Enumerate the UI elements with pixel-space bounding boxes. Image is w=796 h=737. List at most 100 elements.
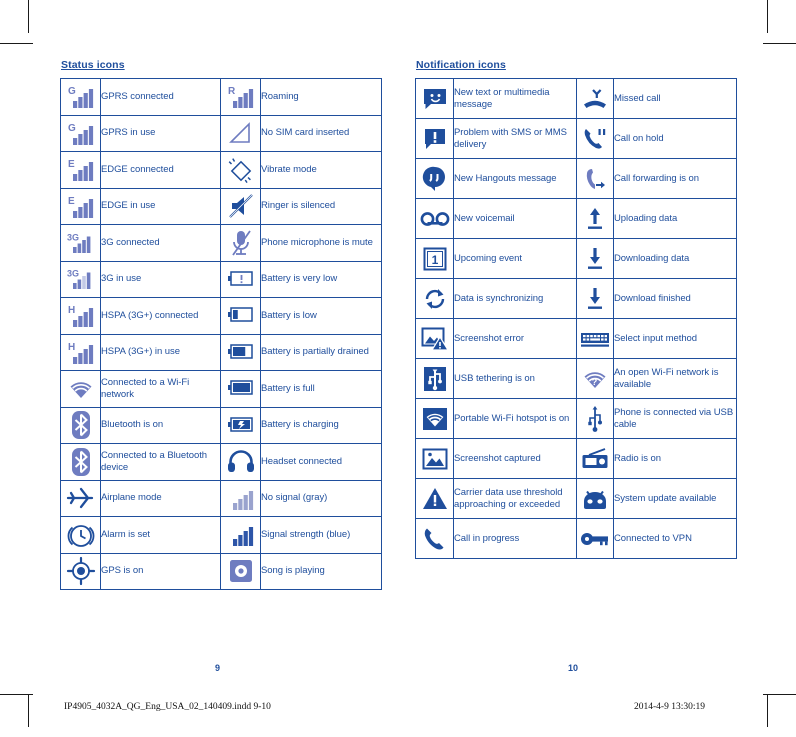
svg-text:G: G xyxy=(68,123,76,134)
icon-label: Carrier data use threshold approaching o… xyxy=(453,478,577,519)
sms-problem-icon-glyph xyxy=(416,122,453,156)
status-icons-table: G GPRS connected R Roaming G GPRS in use No S… xyxy=(60,78,382,590)
icon-label: Battery is very low xyxy=(260,260,382,298)
icon-label: Phone microphone is mute xyxy=(260,224,382,262)
signal-edge-connected-icon-glyph: E xyxy=(61,153,100,187)
table-row: Screenshot captured Radio is on xyxy=(415,438,737,479)
table-row: New Hangouts message Call forwarding is … xyxy=(415,158,737,199)
system-update-icon-glyph xyxy=(577,482,613,516)
icon-label: Song is playing xyxy=(260,552,382,590)
svg-text:G: G xyxy=(68,86,76,97)
voicemail-icon-glyph xyxy=(416,202,453,236)
vpn-connected-icon xyxy=(576,518,614,559)
battery-charging-icon xyxy=(220,406,261,444)
gps-on-icon xyxy=(60,552,101,590)
icon-label: Battery is partially drained xyxy=(260,333,382,371)
icon-label: Roaming xyxy=(260,78,382,116)
usb-cable-connected-icon xyxy=(576,398,614,439)
table-row: Call in progress Connected to VPN xyxy=(415,518,737,559)
icon-label: EDGE connected xyxy=(100,151,221,189)
icon-label: Battery is full xyxy=(260,370,382,408)
upcoming-event-icon: 1 xyxy=(415,238,454,279)
usb-tethering-icon-glyph xyxy=(416,362,453,396)
song-playing-icon xyxy=(220,552,261,590)
airplane-mode-icon-glyph xyxy=(61,481,100,515)
battery-full-icon-glyph xyxy=(221,372,260,406)
icon-label: System update available xyxy=(613,478,737,519)
missed-call-icon xyxy=(576,78,614,119)
icon-label: GPS is on xyxy=(100,552,221,590)
uploading-data-icon xyxy=(576,198,614,239)
crop-mark-bottom-right-vertical xyxy=(767,694,768,727)
icon-label: Phone is connected via USB cable xyxy=(613,398,737,439)
screenshot-captured-icon-glyph xyxy=(416,442,453,476)
screenshot-error-icon-glyph xyxy=(416,322,453,356)
table-row: Connected to a Wi-Fi network Battery is … xyxy=(60,370,382,408)
download-finished-icon-glyph xyxy=(577,282,613,316)
icon-label: Call in progress xyxy=(453,518,577,559)
icon-label: Call forwarding is on xyxy=(613,158,737,199)
ringer-silenced-icon xyxy=(220,187,261,225)
no-sim-card-icon-glyph xyxy=(221,116,260,150)
icon-label: No signal (gray) xyxy=(260,479,382,517)
vibrate-mode-icon xyxy=(220,151,261,189)
icon-label: Uploading data xyxy=(613,198,737,239)
table-row: Screenshot error Select input method xyxy=(415,318,737,359)
table-row: G GPRS connected R Roaming xyxy=(60,78,382,116)
usb-cable-connected-icon-glyph xyxy=(577,402,613,436)
headset-connected-icon xyxy=(220,443,261,481)
svg-text:?: ? xyxy=(592,377,598,387)
headset-connected-icon-glyph xyxy=(221,445,260,479)
icon-label: Connected to a Bluetooth device xyxy=(100,443,221,481)
screenshot-captured-icon xyxy=(415,438,454,479)
table-row: E EDGE in use Ringer is silenced xyxy=(60,187,382,225)
right-page-number: 10 xyxy=(568,663,579,673)
icon-label: Battery is low xyxy=(260,297,382,335)
icon-label: Signal strength (blue) xyxy=(260,516,382,554)
crop-mark-bottom-left-vertical xyxy=(28,694,29,727)
download-finished-icon xyxy=(576,278,614,319)
song-playing-icon-glyph xyxy=(221,554,260,588)
signal-3g-in-use-icon: 3G xyxy=(60,260,101,298)
sms-problem-icon xyxy=(415,118,454,159)
table-row: New voicemail Uploading data xyxy=(415,198,737,239)
signal-hspa-connected-icon-glyph: H xyxy=(61,299,100,333)
carrier-data-warning-icon-glyph xyxy=(416,482,453,516)
icon-label: Ringer is silenced xyxy=(260,187,382,225)
bluetooth-on-icon-glyph xyxy=(61,408,100,442)
vibrate-mode-icon-glyph xyxy=(221,153,260,187)
icon-label: Download finished xyxy=(613,278,737,319)
select-input-method-icon xyxy=(576,318,614,359)
table-row: Bluetooth is on Battery is charging xyxy=(60,406,382,444)
icon-label: EDGE in use xyxy=(100,187,221,225)
portable-wifi-hotspot-icon-glyph xyxy=(416,402,453,436)
wifi-connected-icon xyxy=(60,370,101,408)
icon-label: No SIM card inserted xyxy=(260,114,382,152)
icon-label: Select input method xyxy=(613,318,737,359)
table-row: H HSPA (3G+) connected Battery is low xyxy=(60,297,382,335)
icon-label: Headset connected xyxy=(260,443,382,481)
alarm-set-icon-glyph xyxy=(61,518,100,552)
table-row: Portable Wi-Fi hotspot is on Phone is co… xyxy=(415,398,737,439)
wifi-connected-icon-glyph xyxy=(61,372,100,406)
signal-roaming-icon-glyph: R xyxy=(221,80,260,114)
screenshot-error-icon xyxy=(415,318,454,359)
signal-edge-in-use-icon-glyph: E xyxy=(61,189,100,223)
icon-label: Call on hold xyxy=(613,118,737,159)
crop-mark-bottom-right-horizontal xyxy=(763,694,796,695)
no-signal-gray-icon-glyph xyxy=(221,481,260,515)
usb-tethering-icon xyxy=(415,358,454,399)
table-row: New text or multimedia message Missed ca… xyxy=(415,78,737,119)
icon-label: GPRS in use xyxy=(100,114,221,152)
icon-label: An open Wi-Fi network is available xyxy=(613,358,737,399)
call-in-progress-icon xyxy=(415,518,454,559)
uploading-data-icon-glyph xyxy=(577,202,613,236)
battery-full-icon xyxy=(220,370,261,408)
footer-timestamp: 2014-4-9 13:30:19 xyxy=(634,702,705,712)
table-row: Carrier data use threshold approaching o… xyxy=(415,478,737,519)
crop-mark-bottom-left-horizontal xyxy=(0,694,33,695)
open-wifi-available-icon-glyph: ? xyxy=(577,362,613,396)
icon-label: HSPA (3G+) in use xyxy=(100,333,221,371)
data-sync-icon xyxy=(415,278,454,319)
footer-filename: IP4905_4032A_QG_Eng_USA_02_140409.indd 9… xyxy=(64,702,271,712)
